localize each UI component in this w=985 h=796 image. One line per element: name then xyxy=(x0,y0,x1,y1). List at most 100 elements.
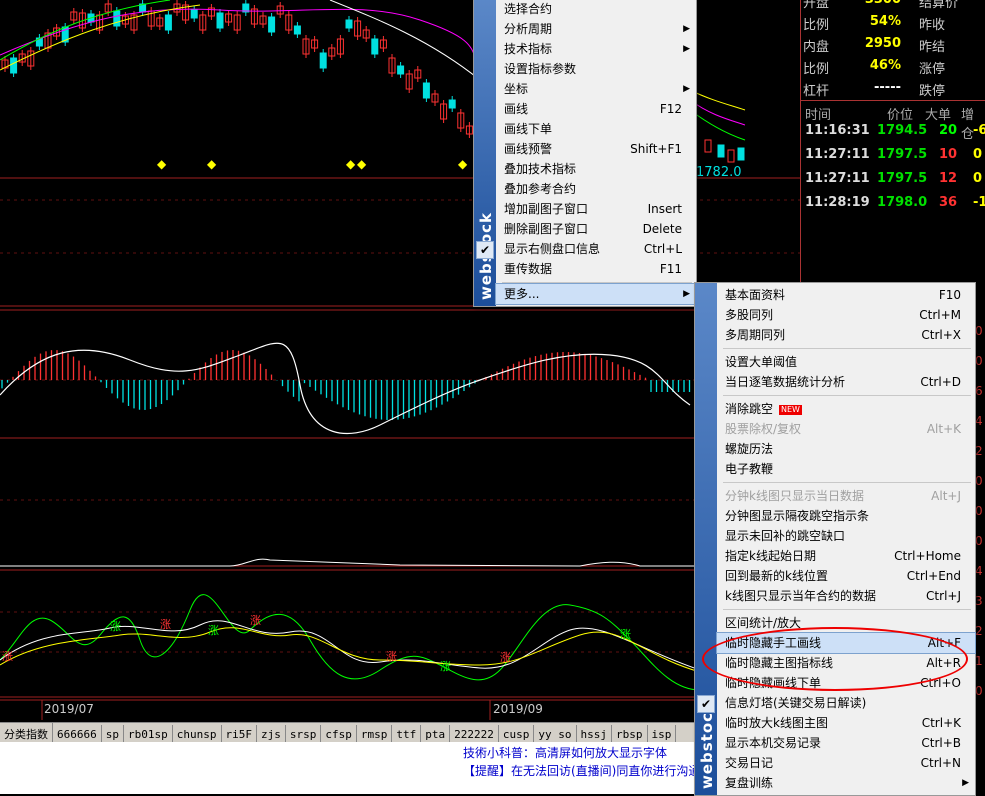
info-link-1[interactable]: 技術小科普：高清屏如何放大显示字体 xyxy=(463,744,667,761)
submenu-arrow-icon: ▶ xyxy=(683,289,690,299)
quote-row: 杠杆 ----- 跌停 xyxy=(801,80,985,102)
submenu-item[interactable]: 临时隐藏画线下单 Ctrl+O xyxy=(717,673,975,693)
right-axis-scale: 0 0 6 4 2 0 0 0 4 3 2 1 0 xyxy=(975,320,985,720)
quote-label-2: 结算价 xyxy=(919,0,959,11)
menu-item[interactable]: 增加副图子窗口 Insert xyxy=(496,199,696,219)
info-link-2[interactable]: 【提醒】在无法回访(直播间)同直你进行沟通 xyxy=(463,762,700,779)
submenu-item[interactable]: 当日逐笔数据统计分析 Ctrl+D xyxy=(717,372,975,392)
submenu-item[interactable]: 交易日记 Ctrl+N xyxy=(717,753,975,773)
menu-item-shortcut: Ctrl+J xyxy=(926,589,961,603)
scale-tick: 2 xyxy=(975,444,983,458)
menu-item-shortcut: Shift+F1 xyxy=(630,142,682,156)
submenu-item: 股票除权/复权 Alt+K xyxy=(717,419,975,439)
menu-item-label: 复盘训练 xyxy=(725,776,774,790)
tick-row: 11:16:31 1794.5 20 -6 xyxy=(801,123,985,147)
submenu-item[interactable]: 多股同列 Ctrl+M xyxy=(717,305,975,325)
quote-value: 54% xyxy=(869,14,901,29)
menu-item[interactable]: 重传数据 F11 xyxy=(496,259,696,279)
submenu-item[interactable]: 信息灯塔(关键交易日解读) ✔ xyxy=(697,693,975,713)
rise-marker: 涨 xyxy=(110,620,121,633)
menu-item[interactable]: 叠加参考合约 xyxy=(496,179,696,199)
quote-label: 开盘 xyxy=(803,0,830,11)
menu-item-label: 当日逐笔数据统计分析 xyxy=(725,375,846,389)
menu-item-label: 重传数据 xyxy=(504,262,553,276)
contract-tab[interactable]: chunsp xyxy=(173,725,222,743)
quote-label-2: 跌停 xyxy=(919,84,946,99)
contract-tab[interactable]: yy so xyxy=(534,725,577,743)
menu-item[interactable]: 技术指标 ▶ xyxy=(496,39,696,59)
contract-tab[interactable]: rbsp xyxy=(612,725,648,743)
scale-tick: 4 xyxy=(975,414,983,428)
tick-big: 36 xyxy=(939,195,958,210)
submenu-item[interactable]: 回到最新的k线位置 Ctrl+End xyxy=(717,566,975,586)
menu-item[interactable]: 删除副图子窗口 Delete xyxy=(496,219,696,239)
submenu-item[interactable]: 显示未回补的跳空缺口 xyxy=(717,526,975,546)
tick-inc: 0 xyxy=(973,171,983,186)
submenu-item[interactable]: 螺旋历法 xyxy=(717,439,975,459)
menu-item-label: 设置大单阈值 xyxy=(725,355,798,369)
contract-tab[interactable]: 分类指数 xyxy=(0,723,53,743)
menu-item-shortcut: F12 xyxy=(659,102,682,116)
submenu-arrow-icon: ▶ xyxy=(683,44,690,54)
contract-tab[interactable]: sp xyxy=(102,725,124,743)
contract-tab[interactable]: cfsp xyxy=(321,725,357,743)
submenu-item[interactable]: 临时隐藏主图指标线 Alt+R xyxy=(717,653,975,673)
contract-tab[interactable]: pta xyxy=(421,725,451,743)
contract-tab[interactable]: 222222 xyxy=(450,725,499,743)
tick-header-big: 大单 xyxy=(925,108,952,123)
submenu-item[interactable]: 多周期同列 Ctrl+X xyxy=(717,325,975,345)
menu-item[interactable]: 叠加技术指标 xyxy=(496,159,696,179)
contract-tab[interactable]: hssj xyxy=(577,725,612,743)
submenu-item[interactable]: 分钟图显示隔夜跳空指示条 xyxy=(717,506,975,526)
contract-tab[interactable]: zjs xyxy=(257,725,286,743)
last-price-label: 1782.0 xyxy=(696,165,742,180)
quote-value: ----- xyxy=(874,80,901,95)
submenu-item[interactable]: k线图只显示当年合约的数据 Ctrl+J xyxy=(717,586,975,606)
menu-separator xyxy=(723,482,971,483)
scale-tick: 0 xyxy=(975,534,983,548)
submenu-item[interactable]: 消除跳空 NEW xyxy=(717,399,975,419)
menu-item-shortcut: F10 xyxy=(938,288,961,302)
menu-item[interactable]: 坐标 ▶ xyxy=(496,79,696,99)
quote-label: 内盘 xyxy=(803,40,830,55)
contract-tab[interactable]: ttf xyxy=(392,725,422,743)
candle-body xyxy=(164,14,172,31)
diamond-marker: ◆ xyxy=(357,157,367,171)
menu-item[interactable]: 画线 F12 xyxy=(496,99,696,119)
checkmark-icon: ✔ xyxy=(697,695,715,713)
contract-tab[interactable]: 666666 xyxy=(53,725,102,743)
tick-inc: 0 xyxy=(973,147,983,162)
menu-item-shortcut: Alt+J xyxy=(931,489,961,503)
contract-tab[interactable]: srsp xyxy=(286,725,322,743)
menu-item[interactable]: 选择合约 xyxy=(496,0,696,19)
menu-item[interactable]: 画线下单 xyxy=(496,119,696,139)
rise-marker: 涨 xyxy=(386,650,397,663)
menu-item[interactable]: 显示右侧盘口信息 Ctrl+L ✔ xyxy=(476,239,696,259)
submenu-item[interactable]: 复盘训练 ▶ xyxy=(717,773,975,793)
submenu-item[interactable]: 区间统计/放大 xyxy=(717,613,975,633)
menu-item-label: 螺旋历法 xyxy=(725,442,774,456)
tick-big: 20 xyxy=(939,123,958,138)
submenu-item[interactable]: 临时放大k线图主图 Ctrl+K xyxy=(717,713,975,733)
quote-label: 比例 xyxy=(803,18,830,33)
candle-body xyxy=(293,25,301,35)
submenu-item[interactable]: 指定k线起始日期 Ctrl+Home xyxy=(717,546,975,566)
rise-marker: 涨 xyxy=(440,660,451,673)
menu-item-shortcut: Ctrl+D xyxy=(920,375,961,389)
contract-tab[interactable]: rmsp xyxy=(357,725,393,743)
menu-item[interactable]: 画线预警 Shift+F1 xyxy=(496,139,696,159)
quote-label-2: 涨停 xyxy=(919,62,946,77)
submenu-item[interactable]: 显示本机交易记录 Ctrl+B xyxy=(717,733,975,753)
menu-item-label: 分析周期 xyxy=(504,22,553,36)
submenu-item[interactable]: 设置大单阈值 xyxy=(717,352,975,372)
contract-tab[interactable]: ri5F xyxy=(222,725,257,743)
contract-tab[interactable]: rb01sp xyxy=(124,725,173,743)
submenu-item[interactable]: 电子教鞭 xyxy=(717,459,975,479)
contract-tab[interactable]: cusp xyxy=(499,725,535,743)
menu-item[interactable]: 设置指标参数 xyxy=(496,59,696,79)
menu-item[interactable]: 分析周期 ▶ xyxy=(496,19,696,39)
contract-tab[interactable]: isp xyxy=(648,725,677,743)
submenu-item[interactable]: 临时隐藏手工画线 Alt+F xyxy=(716,632,976,654)
submenu-item[interactable]: 基本面资料 F10 xyxy=(717,285,975,305)
menu-item-more[interactable]: 更多... ▶ xyxy=(495,283,697,305)
